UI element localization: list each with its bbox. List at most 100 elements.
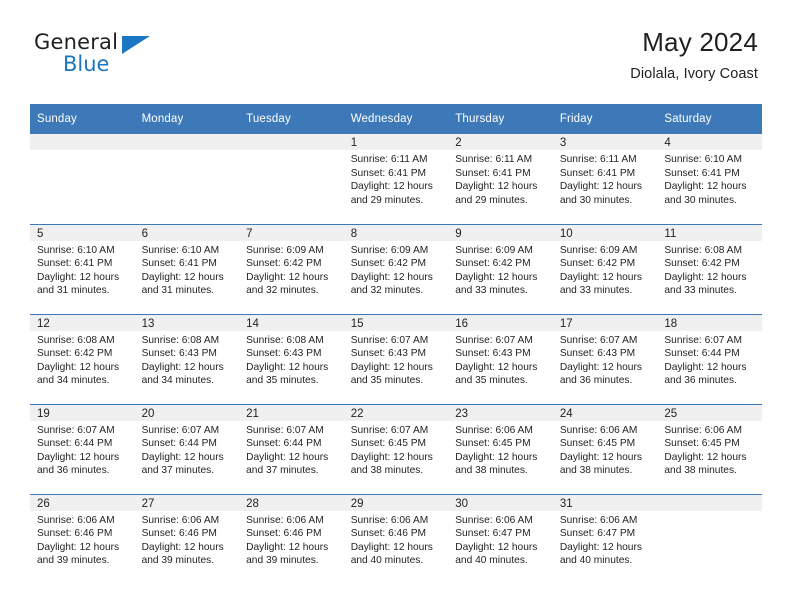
day-number: 13 (134, 314, 240, 331)
day-number: 14 (239, 314, 344, 331)
calendar-day-cell[interactable]: 5 Sunrise: 6:10 AM Sunset: 6:41 PM Daylight… (30, 223, 135, 314)
day-number: 9 (448, 224, 553, 241)
sunrise-text: Sunrise: 6:06 AM (37, 514, 115, 526)
daylight-text-line2: and 33 minutes. (455, 285, 528, 297)
daylight-text-line1: Daylight: 12 hours (350, 181, 433, 193)
day-number: 25 (657, 404, 762, 421)
sunrise-text: Sunrise: 6:06 AM (559, 514, 638, 526)
day-sun-info: Sunrise: 6:06 AM Sunset: 6:45 PM Daylight:… (657, 421, 762, 478)
daylight-text-line2: and 39 minutes. (141, 555, 215, 567)
calendar-day-cell[interactable]: 18 Sunrise: 6:07 AM Sunset: 6:44 PM Dayligh… (657, 313, 762, 404)
sunset-text: Sunset: 6:45 PM (350, 438, 427, 450)
daylight-text-line2: and 30 minutes. (559, 194, 633, 206)
day-sun-info: Sunrise: 6:06 AM Sunset: 6:46 PM Daylight:… (344, 511, 449, 568)
sunset-text: Sunset: 6:41 PM (664, 167, 740, 179)
sunset-text: Sunset: 6:41 PM (141, 258, 217, 270)
daylight-text-line1: Daylight: 12 hours (664, 181, 747, 193)
sunset-text: Sunset: 6:47 PM (559, 528, 636, 540)
calendar-day-cell[interactable]: 22 Sunrise: 6:07 AM Sunset: 6:45 PM Dayligh… (343, 403, 449, 494)
calendar-day-cell[interactable]: 28 Sunrise: 6:06 AM Sunset: 6:46 PM Dayligh… (239, 493, 344, 584)
sunset-text: Sunset: 6:44 PM (141, 438, 217, 450)
weekday-header-monday: Monday (134, 104, 240, 134)
calendar-day-cell[interactable]: 26 Sunrise: 6:06 AM Sunset: 6:46 PM Dayligh… (30, 493, 135, 584)
calendar-day-cell[interactable]: 31 Sunrise: 6:06 AM Sunset: 6:47 PM Dayligh… (552, 493, 658, 584)
daylight-text-line1: Daylight: 12 hours (559, 271, 642, 283)
sunrise-text: Sunrise: 6:07 AM (455, 334, 533, 346)
calendar-day-cell[interactable]: 7 Sunrise: 6:09 AM Sunset: 6:42 PM Daylight… (239, 223, 344, 314)
day-number (239, 134, 344, 150)
calendar-day-cell[interactable]: 14 Sunrise: 6:08 AM Sunset: 6:43 PM Dayligh… (239, 313, 344, 404)
logo-text-blue: Blue (63, 52, 110, 76)
sunset-text: Sunset: 6:46 PM (350, 528, 427, 540)
daylight-text-line2: and 33 minutes. (664, 285, 737, 297)
sunrise-text: Sunrise: 6:07 AM (37, 424, 115, 436)
sunset-text: Sunset: 6:46 PM (246, 528, 322, 540)
calendar-day-cell[interactable]: 12 Sunrise: 6:08 AM Sunset: 6:42 PM Dayligh… (30, 313, 135, 404)
calendar-day-cell[interactable]: 30 Sunrise: 6:06 AM Sunset: 6:47 PM Dayligh… (448, 493, 553, 584)
day-number: 19 (30, 404, 135, 421)
sunrise-text: Sunrise: 6:06 AM (141, 514, 220, 526)
day-number: 10 (552, 224, 658, 241)
daylight-text-line2: and 38 minutes. (559, 465, 633, 477)
day-number: 28 (239, 494, 344, 511)
day-sun-info: Sunrise: 6:06 AM Sunset: 6:46 PM Daylight:… (239, 511, 344, 568)
daylight-text-line2: and 40 minutes. (455, 555, 528, 567)
day-number (134, 134, 240, 150)
calendar-day-cell[interactable]: 29 Sunrise: 6:06 AM Sunset: 6:46 PM Dayligh… (343, 493, 449, 584)
sunrise-text: Sunrise: 6:08 AM (246, 334, 324, 346)
calendar-day-cell[interactable]: 15 Sunrise: 6:07 AM Sunset: 6:43 PM Dayligh… (343, 313, 449, 404)
day-sun-info: Sunrise: 6:09 AM Sunset: 6:42 PM Daylight:… (344, 241, 449, 298)
weekday-header-friday: Friday (552, 104, 658, 134)
daylight-text-line1: Daylight: 12 hours (141, 361, 224, 373)
sunrise-text: Sunrise: 6:09 AM (350, 244, 429, 256)
day-sun-info: Sunrise: 6:07 AM Sunset: 6:44 PM Daylight:… (30, 421, 135, 478)
calendar-day-cell[interactable]: 4 Sunrise: 6:10 AM Sunset: 6:41 PM Daylight… (657, 134, 762, 224)
calendar-week-row: 12 Sunrise: 6:08 AM Sunset: 6:42 PM Dayligh… (30, 313, 762, 404)
sunrise-text: Sunrise: 6:11 AM (455, 154, 533, 165)
day-sun-info: Sunrise: 6:06 AM Sunset: 6:45 PM Daylight:… (553, 421, 658, 478)
daylight-text-line2: and 35 minutes. (455, 375, 528, 387)
calendar-week-row: 1 Sunrise: 6:11 AM Sunset: 6:41 PM Daylight… (30, 134, 762, 224)
calendar-day-cell[interactable]: 24 Sunrise: 6:06 AM Sunset: 6:45 PM Dayligh… (552, 403, 658, 494)
calendar-day-cell[interactable]: 9 Sunrise: 6:09 AM Sunset: 6:42 PM Daylight… (448, 223, 553, 314)
day-sun-info: Sunrise: 6:09 AM Sunset: 6:42 PM Daylight:… (553, 241, 658, 298)
day-number: 4 (657, 134, 762, 150)
daylight-text-line2: and 36 minutes. (37, 465, 110, 477)
calendar-day-cell[interactable]: 10 Sunrise: 6:09 AM Sunset: 6:42 PM Dayligh… (552, 223, 658, 314)
calendar-day-cell[interactable]: 13 Sunrise: 6:08 AM Sunset: 6:43 PM Dayligh… (134, 313, 240, 404)
daylight-text-line2: and 36 minutes. (664, 375, 737, 387)
calendar-day-cell[interactable]: 16 Sunrise: 6:07 AM Sunset: 6:43 PM Dayligh… (448, 313, 553, 404)
calendar-day-cell[interactable]: 21 Sunrise: 6:07 AM Sunset: 6:44 PM Dayligh… (239, 403, 344, 494)
day-number: 7 (239, 224, 344, 241)
daylight-text-line2: and 39 minutes. (246, 555, 319, 567)
sunset-text: Sunset: 6:41 PM (37, 258, 113, 270)
calendar-day-cell[interactable]: 25 Sunrise: 6:06 AM Sunset: 6:45 PM Dayligh… (657, 403, 762, 494)
sunset-text: Sunset: 6:42 PM (455, 258, 531, 270)
calendar-day-cell[interactable]: 2 Sunrise: 6:11 AM Sunset: 6:41 PM Daylight… (448, 134, 553, 224)
sunset-text: Sunset: 6:44 PM (246, 438, 322, 450)
day-sun-info: Sunrise: 6:07 AM Sunset: 6:44 PM Daylight:… (135, 421, 240, 478)
weekday-header-saturday: Saturday (657, 104, 762, 134)
calendar-day-cell[interactable]: 3 Sunrise: 6:11 AM Sunset: 6:41 PM Daylight… (552, 134, 658, 224)
calendar-day-cell[interactable]: 27 Sunrise: 6:06 AM Sunset: 6:46 PM Dayligh… (134, 493, 240, 584)
calendar-day-cell[interactable]: 17 Sunrise: 6:07 AM Sunset: 6:43 PM Dayligh… (552, 313, 658, 404)
calendar-day-cell[interactable]: 19 Sunrise: 6:07 AM Sunset: 6:44 PM Dayligh… (30, 403, 135, 494)
calendar-day-cell[interactable]: 6 Sunrise: 6:10 AM Sunset: 6:41 PM Daylight… (134, 223, 240, 314)
day-number: 21 (239, 404, 344, 421)
calendar-day-cell[interactable]: 8 Sunrise: 6:09 AM Sunset: 6:42 PM Daylight… (343, 223, 449, 314)
calendar-day-cell[interactable]: 20 Sunrise: 6:07 AM Sunset: 6:44 PM Dayligh… (134, 403, 240, 494)
daylight-text-line1: Daylight: 12 hours (559, 361, 642, 373)
calendar-day-cell[interactable]: 1 Sunrise: 6:11 AM Sunset: 6:41 PM Daylight… (343, 134, 449, 224)
calendar-day-cell[interactable]: 11 Sunrise: 6:08 AM Sunset: 6:42 PM Dayligh… (657, 223, 762, 314)
day-number: 16 (448, 314, 553, 331)
location-subtitle: Diolala, Ivory Coast (630, 65, 758, 82)
sunrise-text: Sunrise: 6:07 AM (350, 424, 429, 436)
daylight-text-line1: Daylight: 12 hours (37, 451, 120, 463)
calendar-day-cell[interactable]: 23 Sunrise: 6:06 AM Sunset: 6:45 PM Dayligh… (448, 403, 553, 494)
daylight-text-line2: and 33 minutes. (559, 285, 633, 297)
sunrise-text: Sunrise: 6:08 AM (37, 334, 115, 346)
daylight-text-line1: Daylight: 12 hours (455, 451, 538, 463)
day-sun-info: Sunrise: 6:11 AM Sunset: 6:41 PM Daylight:… (448, 150, 553, 207)
day-number: 29 (343, 494, 449, 511)
sunset-text: Sunset: 6:41 PM (350, 167, 427, 179)
